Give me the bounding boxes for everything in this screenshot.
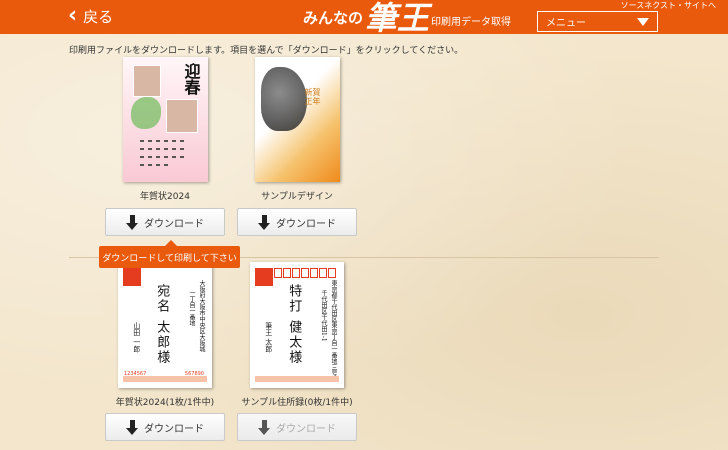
dragon-illustration — [260, 67, 307, 131]
menu-dropdown[interactable]: メニュー — [537, 11, 658, 32]
postal-code-boxes — [274, 268, 336, 278]
external-site-link[interactable]: ソースネクスト・サイトへ — [621, 0, 716, 11]
sender-name: 筆王 太郎 — [264, 322, 273, 353]
address-line-2: 千代田区千代田1-1 — [320, 290, 327, 342]
brand-prefix: みんなの — [303, 9, 364, 27]
template-card-sample-design[interactable]: 新賀 正年 サンプルデザイン — [237, 57, 357, 202]
download-button-nengajo[interactable]: ダウンロード — [105, 208, 225, 236]
card-label: 年賀状2024 — [140, 192, 190, 202]
download-arrow-icon — [126, 419, 139, 435]
card-label: 年賀状2024(1枚/1件中) — [115, 398, 215, 408]
recipient-name: 特打 健太様 — [286, 284, 302, 366]
address-thumbnail-sample-book[interactable]: 東京都千代田区東京丁目一番地三号 千代田区千代田1-1 特打 健太様 筆王 太郎 — [250, 262, 344, 388]
template-card-nengajo[interactable]: 迎春 年賀状2024 — [105, 57, 225, 202]
download-arrow-icon — [258, 214, 271, 230]
address-card-sample-book[interactable]: 東京都千代田区東京丁目一番地三号 千代田区千代田1-1 特打 健太様 筆王 太郎… — [237, 262, 357, 408]
dragon-illustration — [130, 97, 161, 129]
chevron-down-icon — [637, 17, 649, 26]
download-label: ダウンロード — [276, 423, 336, 435]
instruction-text: 印刷用ファイルをダウンロードします。項目を選んで「ダウンロード」をクリックしてく… — [69, 46, 464, 56]
baby-photo-2 — [165, 99, 198, 133]
sender-name: 山田 一郎 — [132, 322, 141, 353]
download-tooltip: ダウンロードして印刷して下さい — [99, 240, 240, 268]
download-label: ダウンロード — [276, 218, 336, 230]
download-button-sample-book[interactable]: ダウンロード — [237, 413, 357, 441]
stamp-box — [123, 268, 141, 286]
greeting-text: 新賀 正年 — [304, 88, 321, 106]
card-label: サンプルデザイン — [261, 192, 333, 202]
nengajo-thumbnail[interactable]: 迎春 — [122, 57, 208, 182]
download-arrow-icon — [258, 419, 271, 435]
sample-design-thumbnail[interactable]: 新賀 正年 — [254, 57, 340, 182]
download-label: ダウンロード — [144, 218, 204, 230]
address-line-2: 一丁目一番地 — [188, 290, 195, 326]
address-card-nengajo[interactable]: 大阪府大阪市中央区大阪城 一丁目一番地 宛名 太郎様 山田 一郎 1234567… — [105, 262, 225, 408]
download-button-nengajo-address[interactable]: ダウンロード — [105, 413, 225, 441]
stamp-box — [255, 268, 273, 286]
address-thumbnail-nengajo[interactable]: 大阪府大阪市中央区大阪城 一丁目一番地 宛名 太郎様 山田 一郎 1234567… — [118, 262, 212, 388]
address-line-1: 大阪府大阪市中央区大阪城 — [198, 280, 205, 352]
chevron-left-icon: ‹ — [68, 3, 78, 28]
brand-subtitle: 印刷用データ取得 — [431, 17, 512, 28]
footer-zip: 567890 — [184, 371, 204, 377]
geishun-text: 迎春 — [181, 63, 201, 95]
brand-logo: みんなの 筆王 印刷用データ取得 — [303, 0, 511, 34]
card-label: サンプル住所録(0枚/1件中) — [241, 398, 353, 408]
calendar-graphic — [136, 136, 191, 176]
baby-photo — [132, 65, 161, 97]
address-line-1: 東京都千代田区東京丁目一番地三号 — [330, 280, 337, 376]
postal-footer — [255, 376, 339, 382]
back-label: 戻る — [83, 7, 114, 26]
back-button[interactable]: ‹ 戻る — [68, 4, 113, 28]
download-button-sample-design[interactable]: ダウンロード — [237, 208, 357, 236]
menu-label: メニュー — [546, 18, 586, 29]
recipient-name: 宛名 太郎様 — [154, 284, 170, 366]
download-arrow-icon — [126, 214, 139, 230]
app-header: ‹ 戻る みんなの 筆王 印刷用データ取得 ソースネクスト・サイトへ メニュー — [0, 0, 728, 34]
brand-name: 筆王 — [365, 0, 430, 37]
download-label: ダウンロード — [144, 423, 204, 435]
sender-postal-code: 1234567 — [124, 371, 147, 377]
